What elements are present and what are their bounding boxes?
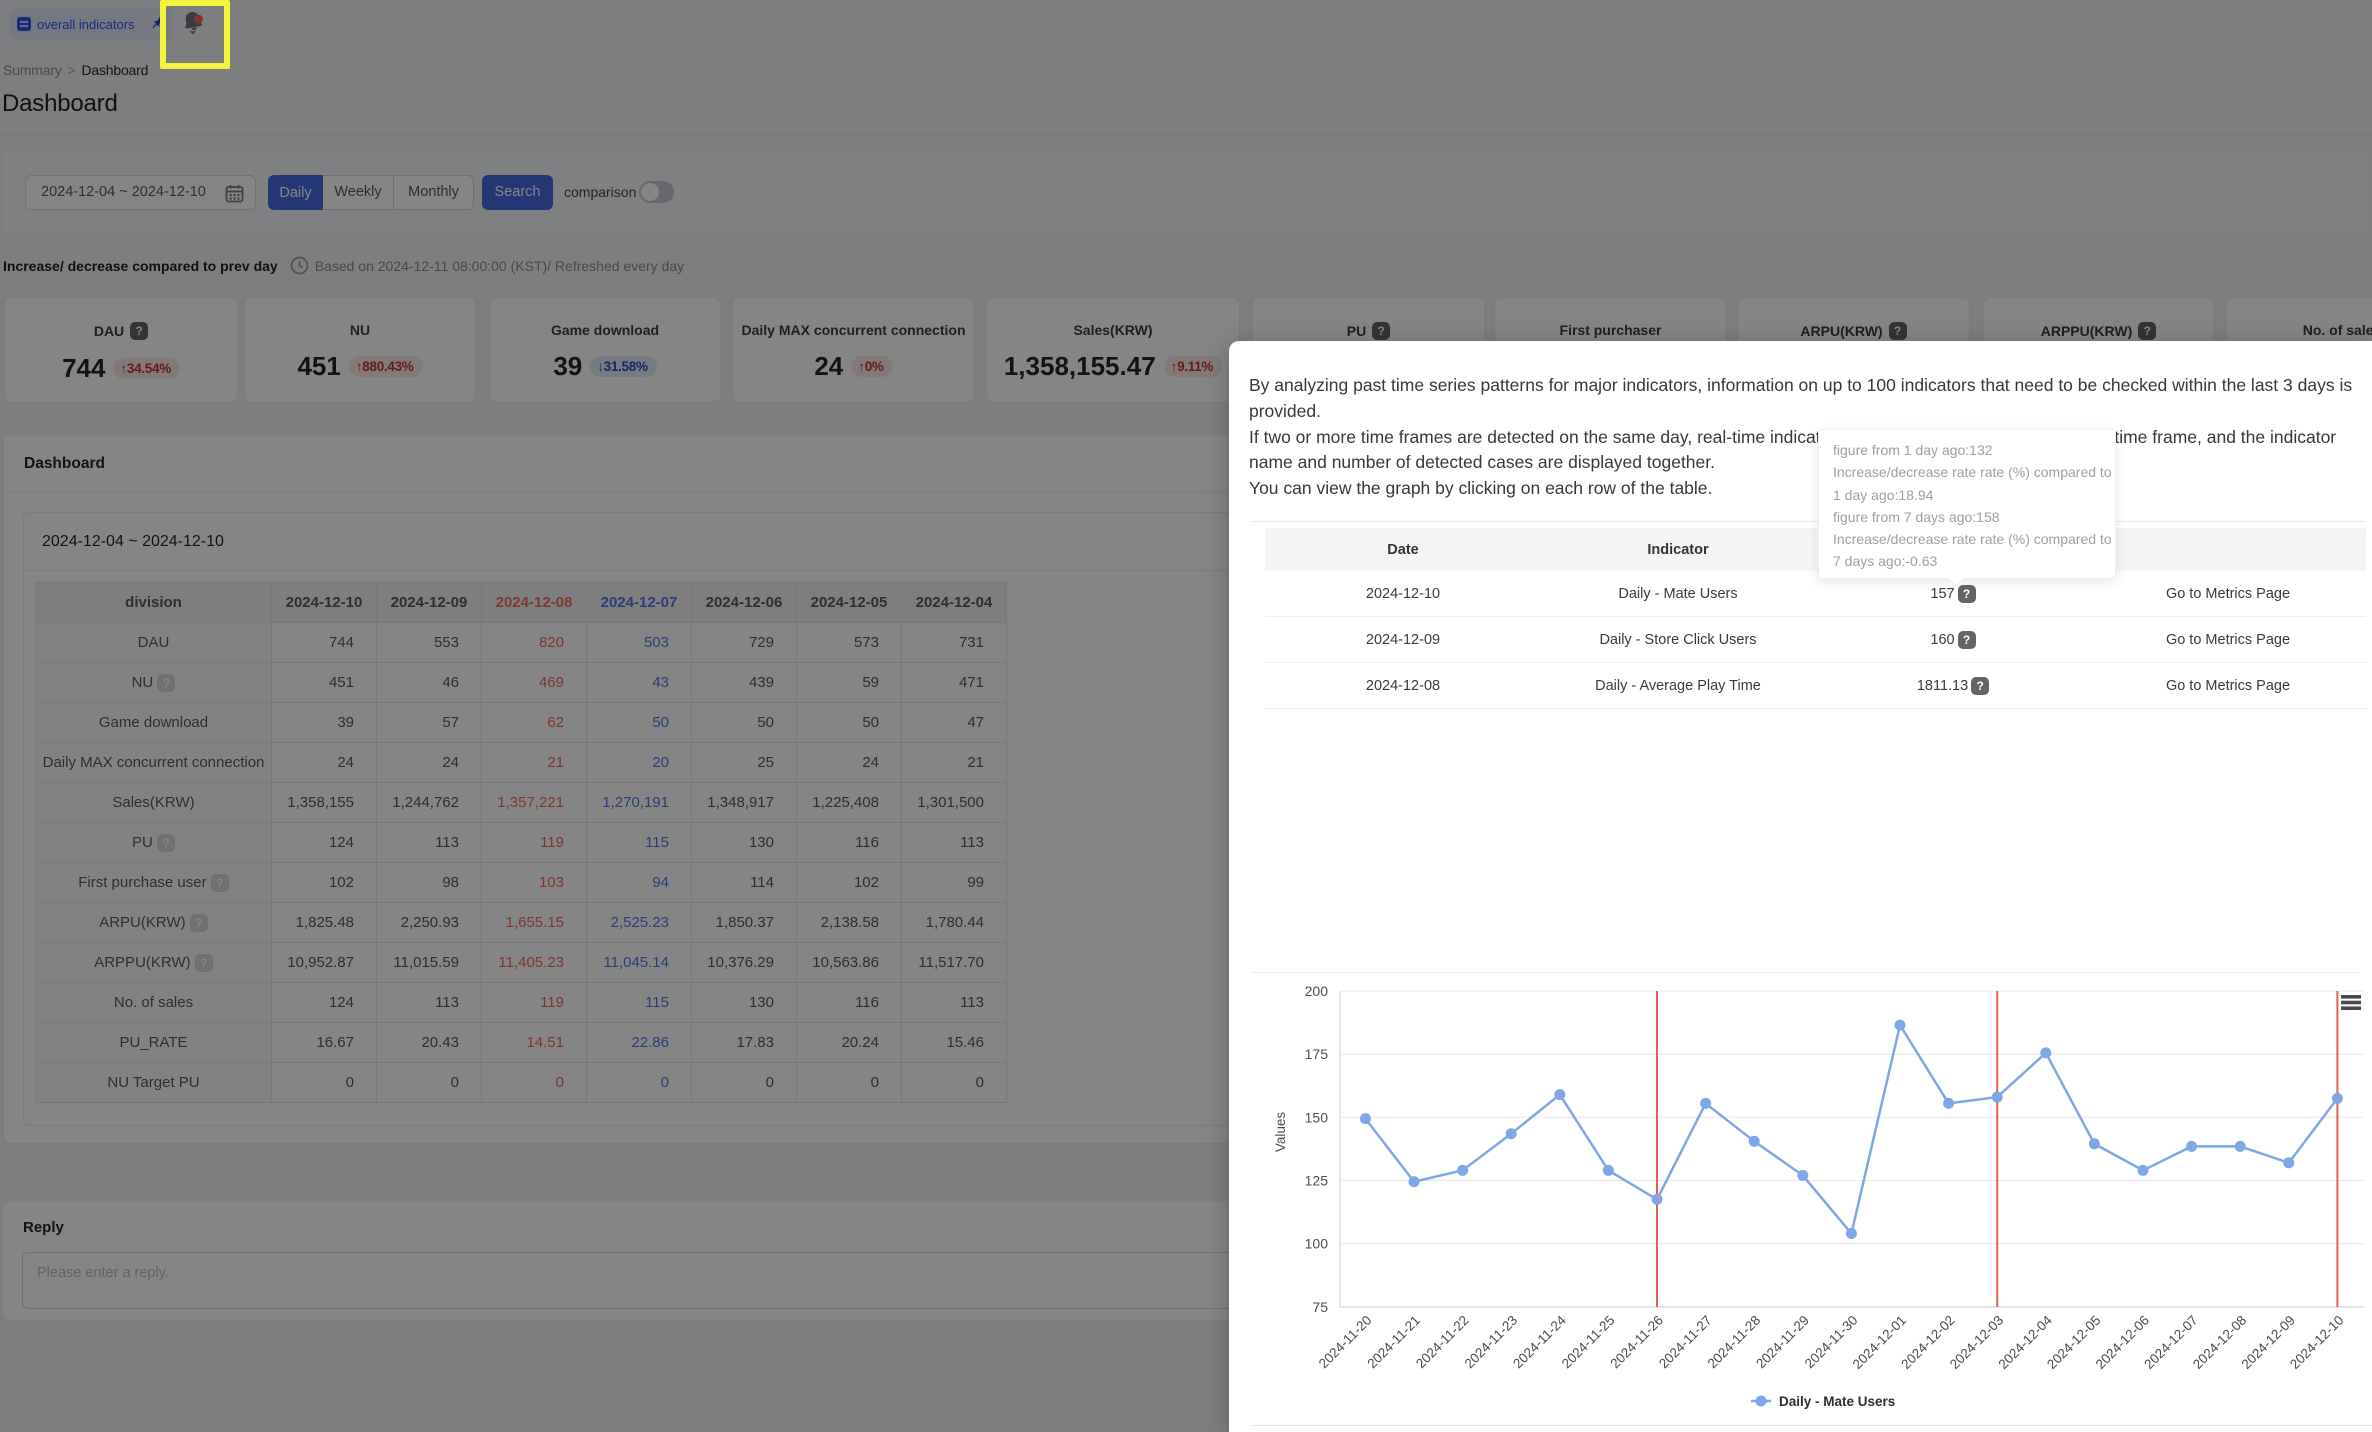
svg-text:125: 125 <box>1305 1173 1329 1189</box>
svg-text:150: 150 <box>1305 1109 1329 1125</box>
svg-text:100: 100 <box>1305 1236 1329 1252</box>
svg-text:Values: Values <box>1273 1112 1288 1153</box>
svg-text:75: 75 <box>1312 1299 1328 1315</box>
svg-text:Daily - Mate Users: Daily - Mate Users <box>1779 1394 1895 1409</box>
svg-text:175: 175 <box>1305 1046 1329 1062</box>
svg-text:200: 200 <box>1305 983 1329 999</box>
